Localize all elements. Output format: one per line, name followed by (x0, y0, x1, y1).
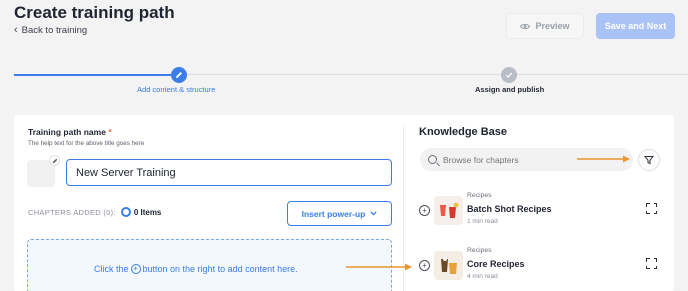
pencil-icon (176, 72, 182, 78)
dropzone-hint-prefix: Click the (94, 264, 129, 274)
item-title[interactable]: Batch Shot Recipes (467, 204, 552, 214)
filter-button[interactable] (638, 149, 660, 171)
step-1-label[interactable]: Add content & structure (137, 85, 215, 94)
expand-icon[interactable] (646, 258, 657, 269)
name-label-text: Training path name (28, 127, 106, 137)
item-read-time: 1 min read (467, 218, 498, 225)
items-ring-icon (120, 207, 131, 217)
insert-power-up-label: Insert power-up (301, 208, 366, 219)
pencil-icon (52, 158, 57, 163)
search-icon (428, 155, 437, 164)
filter-icon (644, 156, 654, 165)
insert-power-up-button[interactable]: Insert power-up (287, 201, 392, 226)
chapters-added: CHAPTERS ADDED (0): 0 Items (28, 207, 161, 217)
add-chapter-icon[interactable]: + (419, 260, 430, 271)
check-icon (505, 72, 513, 78)
item-title[interactable]: Core Recipes (467, 259, 525, 269)
preview-label: Preview (535, 21, 570, 31)
chevron-down-icon (370, 211, 378, 216)
knowledge-base-title: Knowledge Base (419, 126, 508, 138)
step-2-label[interactable]: Assign and publish (475, 85, 544, 94)
eye-icon (520, 23, 531, 29)
stepper: Add content & structure Assign and publi… (14, 67, 688, 97)
step-1-indicator[interactable] (171, 67, 187, 83)
back-link[interactable]: ‹ Back to training (14, 24, 88, 37)
chapters-added-label: CHAPTERS ADDED (0): (28, 207, 116, 217)
item-category: Recipes (467, 192, 492, 199)
help-text: The help text for the above title goes h… (28, 140, 145, 147)
preview-button[interactable]: Preview (506, 13, 584, 39)
annotation-arrow-add (346, 263, 412, 271)
dropzone-hint: Click the + button on the right to add c… (94, 264, 298, 274)
training-path-name-input[interactable] (66, 159, 392, 186)
add-chapter-icon[interactable]: + (419, 205, 430, 216)
save-and-next-button[interactable]: Save and Next (596, 13, 675, 39)
back-link-label: Back to training (21, 25, 88, 36)
item-thumbnail (434, 196, 463, 225)
item-thumbnail (434, 251, 463, 280)
items-count: 0 Items (120, 207, 162, 217)
chevron-left-icon: ‹ (14, 24, 18, 36)
expand-icon[interactable] (646, 203, 657, 214)
items-count-text: 0 Items (133, 207, 162, 217)
step-2-indicator[interactable] (501, 67, 517, 83)
item-category: Recipes (467, 247, 492, 254)
stepper-progress-track (14, 74, 179, 76)
edit-thumbnail-button[interactable] (49, 155, 60, 166)
stepper-remaining-track (179, 74, 688, 75)
item-read-time: 4 min read (467, 273, 498, 280)
plus-circle-icon: + (130, 264, 141, 274)
page-title: Create training path (14, 3, 175, 22)
knowledge-item[interactable]: + Recipes Batch Shot Recipes 1 min read (419, 191, 674, 231)
content-panel: Training path name * The help text for t… (14, 115, 674, 291)
annotation-arrow-filter (577, 155, 630, 163)
training-path-name-label: Training path name * (28, 127, 112, 137)
knowledge-item[interactable]: + Recipes Core Recipes 4 min read (419, 246, 674, 286)
required-mark: * (108, 127, 112, 137)
dropzone-hint-suffix: button on the right to add content here. (142, 264, 298, 274)
